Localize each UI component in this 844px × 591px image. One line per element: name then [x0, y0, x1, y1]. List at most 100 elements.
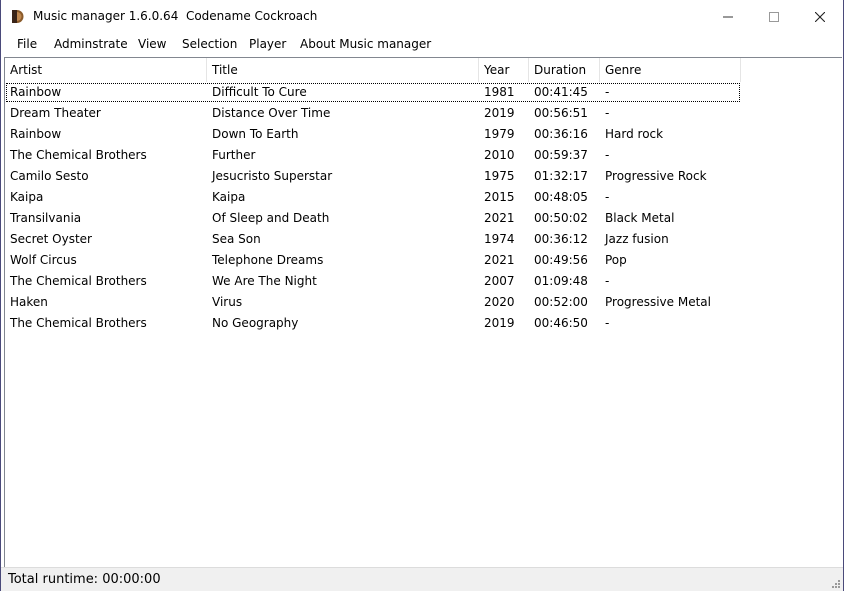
table-row[interactable]: Rainbow Down To Earth 1979 00:36:16 Hard roc… — [5, 124, 741, 145]
cell-duration: 00:41:45 — [534, 85, 588, 99]
header-filler — [741, 58, 841, 82]
close-icon — [815, 11, 825, 22]
table-row[interactable]: Transilvania Of Sleep and Death 2021 00:50:… — [5, 208, 741, 229]
table-row[interactable]: Wolf Circus Telephone Dreams 2021 00:49:56 P… — [5, 250, 741, 271]
cell-title: We Are The Night — [212, 274, 317, 288]
cell-year: 1975 — [484, 169, 515, 183]
cell-genre: - — [605, 148, 610, 162]
cell-duration: 00:48:05 — [534, 190, 588, 204]
cell-artist: Kaipa — [10, 190, 44, 204]
cell-duration: 00:52:00 — [534, 295, 588, 309]
cell-title: Jesucristo Superstar — [212, 169, 333, 183]
column-header-duration[interactable]: Duration — [529, 58, 600, 82]
title-bar[interactable]: Music manager 1.6.0.64 Codename Cockroac… — [1, 0, 843, 33]
minimize-button[interactable] — [705, 0, 751, 33]
cell-genre: Jazz fusion — [605, 232, 669, 246]
table-row[interactable]: The Chemical Brothers We Are The Night 200… — [5, 271, 741, 292]
menu-player[interactable]: Player — [249, 37, 286, 51]
cell-genre: Hard rock — [605, 127, 664, 141]
cell-year: 2015 — [484, 190, 515, 204]
cell-artist: Haken — [10, 295, 48, 309]
cell-artist: The Chemical Brothers — [10, 316, 147, 330]
cell-artist: Wolf Circus — [10, 253, 77, 267]
cell-title: Down To Earth — [212, 127, 299, 141]
table-row[interactable]: The Chemical Brothers Further 2010 00:59:37… — [5, 145, 741, 166]
table-row[interactable]: Haken Virus 2020 00:52:00 Progressive Metal — [5, 292, 741, 313]
cell-year: 2020 — [484, 295, 515, 309]
menu-view[interactable]: View — [138, 37, 166, 51]
cell-artist: Rainbow — [10, 85, 62, 99]
resize-grip-icon[interactable] — [830, 578, 840, 588]
cell-genre: Progressive Metal — [605, 295, 711, 309]
cell-title: Sea Son — [212, 232, 261, 246]
menu-selection[interactable]: Selection — [182, 37, 237, 51]
table-row[interactable]: The Chemical Brothers No Geography 2019 00:… — [5, 313, 741, 334]
maximize-icon — [769, 11, 779, 22]
cell-artist: Camilo Sesto — [10, 169, 89, 183]
cell-title: Distance Over Time — [212, 106, 331, 120]
cell-year: 2010 — [484, 148, 515, 162]
cell-artist: The Chemical Brothers — [10, 148, 147, 162]
table-row[interactable]: Secret Oyster Sea Son 1974 00:36:12 Jazz fus… — [5, 229, 741, 250]
column-header-artist[interactable]: Artist — [5, 58, 207, 82]
cell-artist: Transilvania — [10, 211, 82, 225]
menu-adminstrate[interactable]: Adminstrate — [54, 37, 128, 51]
cell-year: 2021 — [484, 253, 515, 267]
cell-duration: 01:09:48 — [534, 274, 588, 288]
cell-artist: Rainbow — [10, 127, 62, 141]
total-runtime: Total runtime: 00:00:00 — [8, 572, 161, 587]
column-header-genre[interactable]: Genre — [600, 58, 741, 82]
cell-genre: Black Metal — [605, 211, 675, 225]
cell-genre: - — [605, 316, 610, 330]
cell-duration: 00:36:16 — [534, 127, 588, 141]
cell-genre: Progressive Rock — [605, 169, 707, 183]
minimize-icon — [723, 16, 733, 17]
maximize-button[interactable] — [751, 0, 797, 33]
cell-title: Kaipa — [212, 190, 246, 204]
cell-duration: 00:46:50 — [534, 316, 588, 330]
list-header: Artist Title Year Duration Genre — [5, 58, 741, 82]
app-icon — [12, 10, 24, 23]
cell-genre: - — [605, 85, 610, 99]
cell-title: Telephone Dreams — [212, 253, 324, 267]
cell-title: Further — [212, 148, 256, 162]
menu-about[interactable]: About Music manager — [300, 37, 431, 51]
table-row[interactable]: Rainbow Difficult To Cure 1981 00:41:45 - — [5, 82, 741, 103]
cell-year: 1981 — [484, 85, 515, 99]
cell-artist: Secret Oyster — [10, 232, 92, 246]
table-row[interactable]: Dream Theater Distance Over Time 2019 00:56… — [5, 103, 741, 124]
menu-file[interactable]: File — [17, 37, 37, 51]
cell-title: No Geography — [212, 316, 299, 330]
cell-genre: - — [605, 106, 610, 120]
menu-bar: File Adminstrate View Selection Player A… — [1, 33, 843, 55]
cell-duration: 00:59:37 — [534, 148, 588, 162]
cell-year: 2021 — [484, 211, 515, 225]
status-bar: Total runtime: 00:00:00 — [1, 567, 843, 591]
cell-title: Difficult To Cure — [212, 85, 307, 99]
cell-artist: The Chemical Brothers — [10, 274, 147, 288]
cell-duration: 00:36:12 — [534, 232, 588, 246]
table-row[interactable]: Camilo Sesto Jesucristo Superstar 1975 01:3… — [5, 166, 741, 187]
cell-genre: - — [605, 190, 610, 204]
cell-genre: Pop — [605, 253, 627, 267]
cell-title: Of Sleep and Death — [212, 211, 330, 225]
cell-artist: Dream Theater — [10, 106, 101, 120]
table-row[interactable]: Kaipa Kaipa 2015 00:48:05 - — [5, 187, 741, 208]
cell-year: 2007 — [484, 274, 515, 288]
cell-title: Virus — [212, 295, 243, 309]
close-button[interactable] — [797, 0, 843, 33]
cell-year: 2019 — [484, 316, 515, 330]
window-title: Music manager 1.6.0.64 Codename Cockroac… — [33, 9, 318, 23]
column-header-year[interactable]: Year — [479, 58, 529, 82]
cell-duration: 00:49:56 — [534, 253, 588, 267]
cell-duration: 00:56:51 — [534, 106, 588, 120]
cell-year: 1974 — [484, 232, 515, 246]
cell-duration: 00:50:02 — [534, 211, 588, 225]
cell-year: 1979 — [484, 127, 515, 141]
cell-duration: 01:32:17 — [534, 169, 588, 183]
main-window: Music manager 1.6.0.64 Codename Cockroac… — [0, 0, 844, 591]
column-header-title[interactable]: Title — [207, 58, 479, 82]
cell-genre: - — [605, 274, 610, 288]
track-list[interactable]: Artist Title Year Duration Genre Rainbow… — [4, 57, 842, 567]
cell-year: 2019 — [484, 106, 515, 120]
